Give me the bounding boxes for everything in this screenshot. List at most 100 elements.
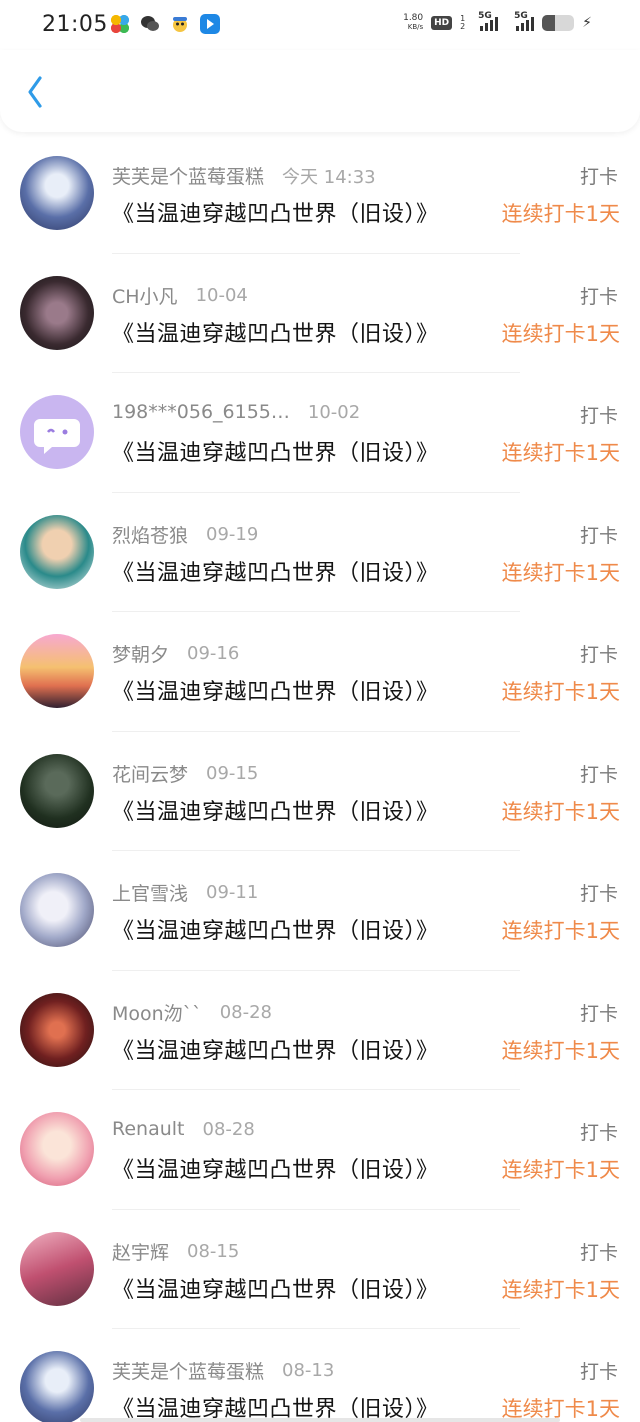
net-speed-unit: KB/s bbox=[407, 23, 424, 31]
user-name[interactable]: 花间云梦 bbox=[112, 760, 188, 787]
streak-label: 连续打卡1天 bbox=[501, 321, 620, 346]
checkin-date: 08-28 bbox=[219, 1001, 272, 1023]
list-item[interactable]: Moon沕`` 08-28 《当温迪穿越凹凸世界（旧设）》 打卡连续打卡1天 bbox=[0, 971, 640, 1091]
signal-1-label: 5G bbox=[478, 11, 492, 21]
checkin-label: 打卡 bbox=[579, 166, 618, 188]
game-app-icon bbox=[170, 14, 190, 34]
checkin-date: 09-16 bbox=[187, 643, 240, 664]
name-line: 上官雪浅 09-11 bbox=[112, 879, 258, 906]
checkin-date: 08-13 bbox=[282, 1360, 335, 1381]
wechat-icon bbox=[140, 14, 160, 34]
name-line: 梦朝夕 09-16 bbox=[112, 640, 239, 667]
book-title[interactable]: 《当温迪穿越凹凸世界（旧设）》 bbox=[112, 913, 439, 945]
book-title[interactable]: 《当温迪穿越凹凸世界（旧设）》 bbox=[112, 1272, 439, 1304]
battery-icon bbox=[542, 15, 575, 31]
checkin-date: 08-28 bbox=[202, 1118, 255, 1140]
list-item[interactable]: 芙芙是个蓝莓蛋糕 今天 14:33 《当温迪穿越凹凸世界（旧设）》 打卡连续打卡1天 bbox=[0, 134, 640, 254]
list-item[interactable]: 芙芙是个蓝莓蛋糕 08-13 《当温迪穿越凹凸世界（旧设）》 打卡 连续打卡1天 bbox=[0, 1329, 640, 1422]
blue-app-icon bbox=[200, 14, 220, 34]
avatar[interactable] bbox=[20, 634, 94, 708]
signal-2-label: 5G bbox=[514, 11, 528, 21]
streak-label: 连续打卡1天 bbox=[501, 560, 620, 585]
streak-label: 连续打卡1天 bbox=[501, 1038, 620, 1063]
net-speed: 1.80 KB/s bbox=[403, 14, 423, 32]
status-indicators: 1.80 KB/s HD 1 2 5G 5G ⚡ bbox=[403, 11, 592, 32]
user-name[interactable]: Renault bbox=[112, 1118, 185, 1140]
list-item[interactable]: 198***056_6155… 10-02 《当温迪穿越凹凸世界（旧设）》 打卡 连续打… bbox=[0, 373, 640, 493]
checkin-date: 08-15 bbox=[187, 1240, 240, 1262]
user-name[interactable]: 芙芙是个蓝莓蛋糕 bbox=[112, 1357, 264, 1384]
checkin-label: 打卡 bbox=[579, 285, 618, 308]
name-line: 198***056_6155… 10-02 bbox=[112, 401, 360, 423]
checkin-label: 打卡 bbox=[579, 883, 618, 905]
book-title[interactable]: 《当温迪穿越凹凸世界（旧设）》 bbox=[112, 674, 439, 706]
checkin-label: 打卡 bbox=[579, 1122, 618, 1144]
name-line: 花间云梦 09-15 bbox=[112, 760, 258, 787]
user-name[interactable]: 梦朝夕 bbox=[112, 640, 169, 667]
book-title[interactable]: 《当温迪穿越凹凸世界（旧设）》 bbox=[112, 555, 439, 587]
streak-label: 连续打卡1天 bbox=[501, 799, 620, 824]
avatar[interactable] bbox=[20, 1351, 94, 1422]
book-title[interactable]: 《当温迪穿越凹凸世界（旧设）》 bbox=[112, 1033, 439, 1065]
avatar[interactable] bbox=[20, 156, 94, 230]
list-item[interactable]: 上官雪浅 09-11 《当温迪穿越凹凸世界（旧设）》 打卡连续打卡1天 bbox=[0, 851, 640, 971]
name-line: 赵宇辉 08-15 bbox=[112, 1238, 239, 1265]
book-title[interactable]: 《当温迪穿越凹凸世界（旧设）》 bbox=[112, 1152, 439, 1184]
avatar[interactable] bbox=[20, 753, 94, 828]
user-name[interactable]: CH小凡 bbox=[112, 282, 178, 309]
avatar[interactable] bbox=[20, 395, 94, 469]
checkin-date: 10-04 bbox=[195, 284, 248, 306]
user-name[interactable]: 赵宇辉 bbox=[112, 1238, 169, 1265]
app-notification-icon bbox=[110, 14, 130, 34]
checkin-label: 打卡 bbox=[579, 405, 618, 427]
checkin-label: 打卡 bbox=[579, 1361, 618, 1383]
streak-label: 连续打卡1天 bbox=[501, 680, 620, 704]
user-name[interactable]: Moon沕`` bbox=[112, 999, 202, 1026]
streak-label: 连续打卡1天 bbox=[501, 1158, 620, 1182]
signal-icon: 5G bbox=[514, 11, 535, 31]
checkin-date: 今天 14:33 bbox=[282, 166, 376, 188]
checkin-date: 09-11 bbox=[206, 882, 259, 903]
checkin-date: 10-02 bbox=[307, 401, 361, 423]
avatar[interactable] bbox=[20, 275, 94, 350]
streak-label: 连续打卡1天 bbox=[501, 1277, 620, 1302]
avatar[interactable] bbox=[20, 1231, 94, 1306]
book-title[interactable]: 《当温迪穿越凹凸世界（旧设）》 bbox=[112, 794, 439, 826]
avatar[interactable] bbox=[20, 873, 94, 947]
back-button[interactable] bbox=[18, 72, 58, 112]
avatar[interactable] bbox=[20, 1112, 94, 1186]
book-title[interactable]: 《当温迪穿越凹凸世界（旧设）》 bbox=[112, 435, 439, 467]
book-title[interactable]: 《当温迪穿越凹凸世界（旧设）》 bbox=[112, 196, 439, 228]
list-item[interactable]: 花间云梦 09-15 《当温迪穿越凹凸世界（旧设）》 打卡连续打卡1天 bbox=[0, 732, 640, 852]
signal-icon: 5G bbox=[478, 11, 499, 31]
checkin-date: 09-19 bbox=[206, 523, 259, 545]
status-time: 21:05 bbox=[42, 12, 108, 37]
net-speed-value: 1.80 bbox=[403, 13, 424, 23]
book-title[interactable]: 《当温迪穿越凹凸世界（旧设）》 bbox=[112, 316, 439, 348]
list-item[interactable]: 梦朝夕 09-16 《当温迪穿越凹凸世界（旧设）》 打卡 连续打卡1天 bbox=[0, 612, 640, 732]
user-name[interactable]: 芙芙是个蓝莓蛋糕 bbox=[112, 162, 264, 189]
streak-label: 连续打卡1天 bbox=[501, 919, 620, 943]
checkin-label: 打卡 bbox=[579, 763, 618, 786]
streak-label: 连续打卡1天 bbox=[501, 202, 620, 226]
name-line: Renault 08-28 bbox=[112, 1118, 255, 1140]
list-item[interactable]: Renault 08-28 《当温迪穿越凹凸世界（旧设）》 打卡连续打卡1天 bbox=[0, 1090, 640, 1210]
avatar[interactable] bbox=[20, 992, 94, 1067]
home-indicator bbox=[80, 1418, 560, 1422]
name-line: 烈焰苍狼 09-19 bbox=[112, 521, 258, 548]
name-line: 芙芙是个蓝莓蛋糕 今天 14:33 bbox=[112, 162, 376, 189]
user-name[interactable]: 198***056_6155… bbox=[112, 401, 290, 423]
list-item[interactable]: 烈焰苍狼 09-19 《当温迪穿越凹凸世界（旧设）》 打卡 连续打卡1天 bbox=[0, 493, 640, 613]
user-name[interactable]: 上官雪浅 bbox=[112, 879, 188, 906]
avatar[interactable] bbox=[20, 514, 94, 589]
list-item[interactable]: 赵宇辉 08-15 《当温迪穿越凹凸世界（旧设）》 打卡连续打卡1天 bbox=[0, 1210, 640, 1330]
checkin-label: 打卡 bbox=[579, 1241, 618, 1264]
hd-badge: HD bbox=[431, 16, 453, 30]
user-name[interactable]: 烈焰苍狼 bbox=[112, 521, 188, 548]
checkin-date: 09-15 bbox=[206, 762, 259, 784]
page-header bbox=[0, 50, 640, 132]
chevron-left-icon bbox=[28, 76, 42, 108]
list-item[interactable]: CH小凡 10-04 《当温迪穿越凹凸世界（旧设）》 打卡连续打卡1天 bbox=[0, 254, 640, 374]
checkin-list: 芙芙是个蓝莓蛋糕 今天 14:33 《当温迪穿越凹凸世界（旧设）》 打卡 连续打卡1天 C… bbox=[0, 134, 640, 1422]
checkin-label: 打卡 bbox=[579, 1002, 618, 1025]
